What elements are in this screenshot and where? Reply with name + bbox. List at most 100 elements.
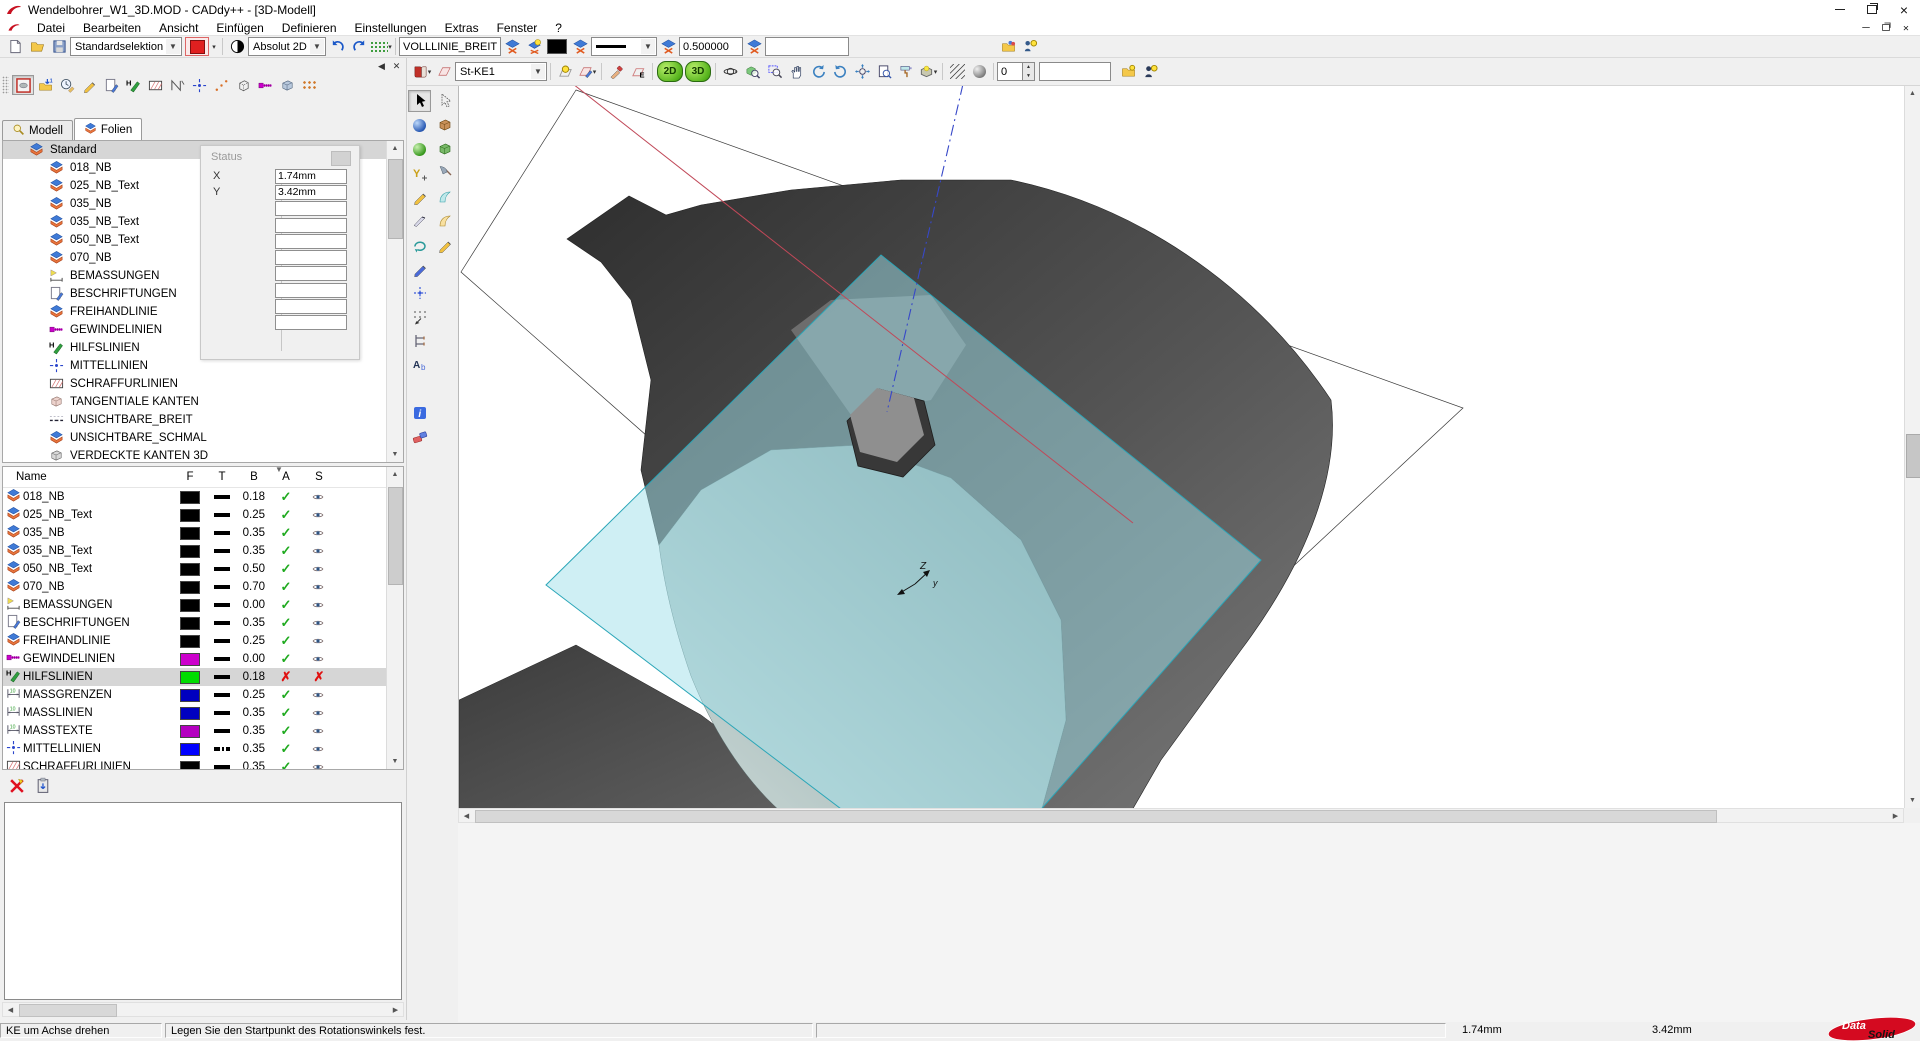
layer-width-cell[interactable]: 0.25 bbox=[238, 635, 270, 647]
layer-color-cell[interactable] bbox=[174, 617, 206, 630]
angle-spinner[interactable]: ▲▼ bbox=[997, 62, 1035, 81]
selection-mode-combo[interactable]: Standardselektion ▼ bbox=[70, 37, 182, 56]
layer-visible-cell[interactable] bbox=[302, 689, 336, 701]
layer-color-cell[interactable] bbox=[174, 725, 206, 738]
layer-width-cell[interactable]: 0.70 bbox=[238, 581, 270, 593]
clamp-icon[interactable] bbox=[408, 330, 431, 352]
layer-color-cell[interactable] bbox=[174, 563, 206, 576]
redo-icon[interactable] bbox=[348, 37, 370, 57]
layer-visible-cell[interactable] bbox=[302, 563, 336, 575]
viewport-3d-scene[interactable]: Z y bbox=[459, 86, 1905, 808]
layer-active-cell[interactable]: ✓ bbox=[270, 561, 302, 577]
table-row[interactable]: 10MASSLINIEN0.35✓ bbox=[3, 704, 403, 722]
table-row[interactable]: BEMASSUNGEN0.00✓ bbox=[3, 596, 403, 614]
point-grid-icon[interactable] bbox=[298, 75, 320, 95]
layer-color-cell[interactable] bbox=[174, 671, 206, 684]
spinner-up-icon[interactable]: ▲ bbox=[1023, 63, 1034, 72]
layer-color-cell[interactable] bbox=[174, 761, 206, 771]
layer-width-cell[interactable]: 0.35 bbox=[238, 545, 270, 557]
sort-indicator-icon[interactable]: ▼ bbox=[275, 466, 283, 474]
layer-apply-icon[interactable] bbox=[743, 37, 765, 57]
scroll-up-icon[interactable]: ▲ bbox=[1905, 86, 1920, 101]
layer-active-cell[interactable]: ✓ bbox=[270, 615, 302, 631]
hand-icon[interactable] bbox=[785, 62, 807, 82]
column-header-b[interactable]: B bbox=[238, 471, 270, 483]
open-file-icon[interactable] bbox=[26, 37, 48, 57]
layer-color-cell[interactable] bbox=[174, 581, 206, 594]
spinner-down-icon[interactable]: ▼ bbox=[1023, 72, 1034, 81]
layer-width-cell[interactable]: 0.35 bbox=[238, 725, 270, 737]
pen-color-dropdown[interactable]: ▾ bbox=[209, 37, 219, 57]
coordinate-mode-combo[interactable]: Absolut 2D ▼ bbox=[248, 37, 326, 56]
zigzag-icon[interactable] bbox=[166, 75, 188, 95]
layer-active-cell[interactable]: ✓ bbox=[270, 507, 302, 523]
trace-dots-icon[interactable] bbox=[210, 75, 232, 95]
layer-history-icon[interactable] bbox=[56, 75, 78, 95]
layer-color-cell[interactable] bbox=[174, 653, 206, 666]
active-layer-icon[interactable] bbox=[12, 75, 34, 95]
status-field-value[interactable] bbox=[275, 266, 347, 281]
angle-spinner-input[interactable] bbox=[997, 62, 1023, 81]
grid-dots-icon[interactable]: ▾ bbox=[370, 37, 392, 57]
h-pencil-icon[interactable]: H bbox=[122, 75, 144, 95]
cube-green-icon[interactable] bbox=[433, 138, 456, 160]
layer-active-cell[interactable]: ✓ bbox=[270, 579, 302, 595]
layer-linetype-cell[interactable] bbox=[206, 765, 238, 769]
folder-bulb-icon[interactable] bbox=[1117, 62, 1139, 82]
scroll-left-icon[interactable]: ◀ bbox=[459, 809, 474, 822]
mdi-minimize-button[interactable] bbox=[1859, 23, 1874, 33]
delete-x-icon[interactable] bbox=[6, 775, 28, 795]
status-field-value[interactable] bbox=[275, 299, 347, 314]
status-field-value[interactable] bbox=[275, 250, 347, 265]
mdi-restore-button[interactable] bbox=[1879, 23, 1894, 33]
toolbar-grip[interactable] bbox=[2, 76, 9, 94]
layer-color-cell[interactable] bbox=[174, 707, 206, 720]
layer-linetype-cell[interactable] bbox=[206, 567, 238, 571]
table-row[interactable]: 10MASSTEXTE0.35✓ bbox=[3, 722, 403, 740]
solid-box-icon[interactable] bbox=[276, 75, 298, 95]
status-field-value[interactable] bbox=[275, 218, 347, 233]
layer-color-cell[interactable] bbox=[174, 527, 206, 540]
scroll-down-icon[interactable]: ▼ bbox=[387, 754, 403, 769]
mode-3d-button[interactable]: 3D bbox=[685, 61, 711, 82]
layer-visible-cell[interactable]: ✗ bbox=[302, 669, 336, 685]
tab-modell[interactable]: Modell bbox=[2, 120, 73, 140]
ab-text-icon[interactable]: Ab bbox=[408, 354, 431, 376]
rot-left-icon[interactable] bbox=[807, 62, 829, 82]
table-row[interactable]: FREIHANDLINIE0.25✓ bbox=[3, 632, 403, 650]
layer-apply-icon[interactable] bbox=[569, 37, 591, 57]
view-extra-input[interactable] bbox=[1039, 62, 1111, 81]
ke-selector-combo[interactable]: St-KE1 ▼ bbox=[455, 62, 547, 81]
status-field-value[interactable]: 1.74mm bbox=[275, 169, 347, 184]
tree-item[interactable]: UNSICHTBARE_SCHMAL bbox=[3, 429, 387, 447]
wire-cube-icon[interactable] bbox=[232, 75, 254, 95]
layer-visible-cell[interactable] bbox=[302, 527, 336, 539]
undo-icon[interactable] bbox=[326, 37, 348, 57]
layer-width-cell[interactable]: 0.35 bbox=[238, 527, 270, 539]
status-popup-button[interactable] bbox=[331, 151, 351, 166]
layer-width-cell[interactable]: 0.35 bbox=[238, 707, 270, 719]
viewport-horizontal-scrollbar[interactable]: ◀ ▶ bbox=[458, 808, 1904, 823]
layer-width-cell[interactable]: 0.25 bbox=[238, 689, 270, 701]
layer-color-cell[interactable] bbox=[174, 743, 206, 756]
zoom-cube-icon[interactable] bbox=[741, 62, 763, 82]
orbit-icon[interactable] bbox=[719, 62, 741, 82]
tree-item[interactable]: TANGENTIALE KANTEN bbox=[3, 393, 387, 411]
layer-active-cell[interactable]: ✓ bbox=[270, 651, 302, 667]
menu-?[interactable]: ? bbox=[546, 20, 571, 35]
scroll-up-icon[interactable]: ▲ bbox=[387, 141, 403, 156]
scroll-thumb[interactable] bbox=[1906, 434, 1920, 478]
user-bulb-icon[interactable] bbox=[1139, 62, 1161, 82]
scroll-up-icon[interactable]: ▲ bbox=[387, 467, 403, 482]
layer-linetype-cell[interactable] bbox=[206, 621, 238, 625]
menu-definieren[interactable]: Definieren bbox=[273, 20, 346, 35]
tab-folien[interactable]: Folien bbox=[74, 118, 142, 140]
snap-grid-icon[interactable] bbox=[408, 306, 431, 328]
layer-width-cell[interactable]: 0.35 bbox=[238, 743, 270, 755]
scroll-thumb[interactable] bbox=[475, 810, 1717, 823]
column-header-f[interactable]: F bbox=[174, 471, 206, 483]
hatch-icon[interactable] bbox=[144, 75, 166, 95]
layer-visible-cell[interactable] bbox=[302, 599, 336, 611]
table-row[interactable]: BESCHRIFTUNGEN0.35✓ bbox=[3, 614, 403, 632]
viewport-vertical-scrollbar[interactable]: ▲ ▼ bbox=[1904, 86, 1920, 808]
